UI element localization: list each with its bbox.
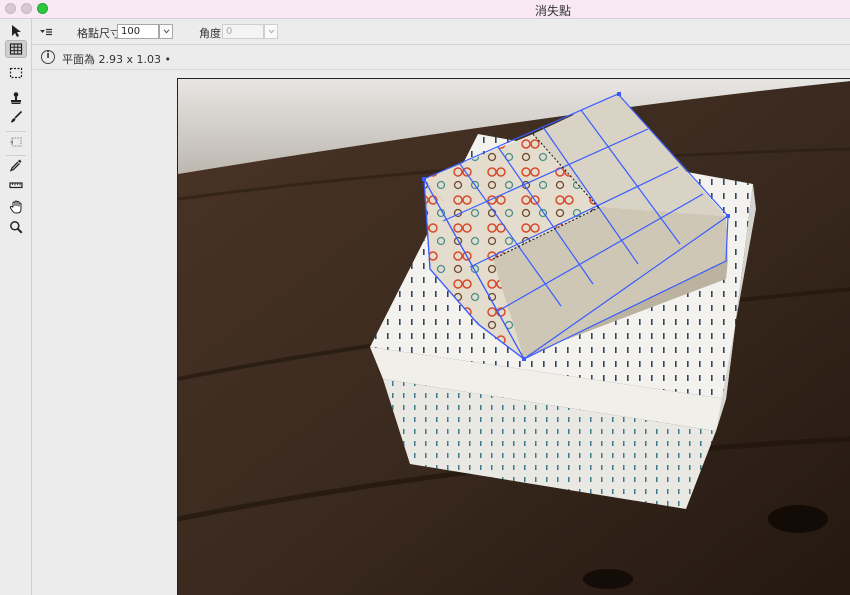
transform-icon bbox=[10, 137, 22, 147]
grid-size-dropdown[interactable] bbox=[159, 24, 173, 39]
info-icon: i bbox=[41, 50, 55, 64]
zoom-tool[interactable] bbox=[5, 218, 27, 236]
magnifier-icon bbox=[10, 221, 23, 234]
brush-icon bbox=[11, 110, 23, 123]
create-plane-tool[interactable] bbox=[5, 40, 27, 58]
photo-gift-boxes bbox=[178, 79, 850, 595]
maximize-window-button[interactable] bbox=[37, 3, 48, 14]
grid-size-input[interactable]: 100 bbox=[117, 24, 159, 39]
edit-plane-tool[interactable] bbox=[5, 22, 27, 40]
window-title: 消失點 bbox=[534, 4, 571, 18]
close-window-button[interactable] bbox=[5, 3, 16, 14]
options-bar: 格點尺寸: 100 角度: 0 bbox=[32, 19, 850, 45]
image-canvas[interactable] bbox=[177, 78, 850, 595]
stamp-icon bbox=[11, 92, 21, 104]
hand-icon bbox=[9, 200, 22, 214]
chevron-down-icon bbox=[163, 29, 169, 34]
measure-tool[interactable] bbox=[5, 176, 27, 194]
angle-input[interactable]: 0 bbox=[222, 24, 264, 39]
brush-tool[interactable] bbox=[5, 108, 27, 126]
minimize-window-button[interactable] bbox=[21, 3, 32, 14]
canvas-area[interactable] bbox=[32, 71, 850, 595]
eyedropper-tool[interactable] bbox=[5, 156, 27, 174]
transform-tool[interactable] bbox=[5, 133, 27, 151]
panel-menu-icon[interactable] bbox=[39, 25, 53, 39]
stamp-tool[interactable] bbox=[5, 89, 27, 107]
chevron-down-icon bbox=[268, 29, 274, 34]
plane-info-text: 平面為 2.93 x 1.03 • bbox=[62, 53, 171, 66]
eyedropper-icon bbox=[9, 159, 22, 172]
info-bar: i 平面為 2.93 x 1.03 • bbox=[32, 46, 850, 70]
hand-tool[interactable] bbox=[5, 198, 27, 216]
ruler-icon bbox=[9, 182, 23, 189]
tools-panel bbox=[0, 19, 32, 595]
dashed-rectangle-icon bbox=[9, 67, 23, 79]
marquee-tool[interactable] bbox=[5, 64, 27, 82]
title-bar: 消失點 bbox=[0, 0, 850, 19]
angle-dropdown[interactable] bbox=[264, 24, 278, 39]
angle-label: 角度: bbox=[199, 27, 225, 40]
arrow-pointer-icon bbox=[12, 25, 21, 37]
grid-plane-icon bbox=[9, 43, 23, 55]
